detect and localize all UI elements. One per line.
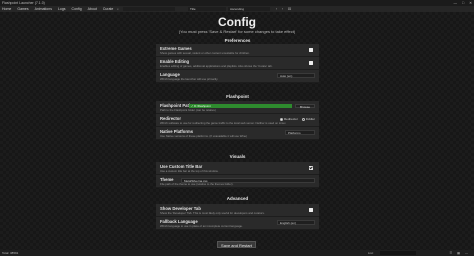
setting-extreme-games: Extreme Games Show games with sexual, vi… [156,44,319,57]
browse-button[interactable]: Browse [295,104,315,109]
setting-flashpoint-path: Flashpoint Path Path to the Flashpoint f… [156,101,319,114]
native-platforms-select[interactable]: Platforms [285,130,315,135]
setting-redirector: Redirector Which software to use for red… [156,114,319,127]
setting-description: Which software to use for redirecting th… [160,121,287,125]
setting-theme: Theme File path of the theme to use (rel… [156,175,319,188]
enable-editing-checkbox[interactable] [309,61,313,65]
fallback-language-select[interactable]: English (en) [277,220,315,225]
section-flashpoint-title: Flashpoint [226,94,249,99]
fiddler-option-label: Fiddler [305,117,315,121]
section-visuals-title: Visuals [229,154,246,159]
zoom-slider-icon[interactable]: — [465,250,468,256]
setting-language: Language Which language the launcher wil… [156,70,319,83]
page-title: Config [218,15,256,29]
config-page: Config (You must press 'Save & Restart' … [0,12,474,250]
order-direction-select[interactable]: Ascending [228,7,270,11]
extreme-games-checkbox[interactable] [309,48,313,52]
setting-description: Use Native versions of these platforms. … [160,134,248,138]
grid-view-icon[interactable]: ▦ [457,250,460,256]
redirector-option-label: Redirector [283,117,298,121]
setting-description: Show games with sexual, violent or other… [160,51,250,55]
setting-description: Path to the Flashpoint folder (can be re… [160,108,216,112]
setting-description: Use a custom title bar at the top of thi… [160,169,219,173]
setting-enable-editing: Enable Editing Enables editing of games,… [156,57,319,70]
order-by-field-select[interactable]: Title [188,7,226,11]
setting-developer-tab: Show Developer Tab Show the 'Developer' … [156,204,319,217]
fiddler-option[interactable]: Fiddler [301,117,315,121]
total-games-count: Total: 38591 [2,251,19,255]
list-label: List: [368,251,374,255]
theme-input[interactable]: MetalSilverna.css [181,178,315,183]
list-view-icon[interactable]: ☰ [449,250,452,256]
flashpoint-path-input[interactable]: ✓ D:/Flashpoint [189,104,292,108]
search-input[interactable] [123,7,175,11]
language-select[interactable]: Auto (en) [277,73,315,78]
redirector-radio-group: Redirector Fiddler [279,117,315,121]
setting-description: Enables editing of games, additional app… [160,64,273,68]
setting-description: Which language to use in place of an inc… [160,224,243,228]
setting-native-platforms: Native Platforms Use Native versions of … [156,127,319,140]
setting-custom-title-bar: Use Custom Title Bar Use a custom title … [156,162,319,175]
custom-title-bar-checkbox[interactable] [309,166,313,170]
setting-description: Which language the launcher will use pri… [160,77,219,81]
list-select[interactable] [380,251,416,255]
redirector-option[interactable]: Redirector [279,117,298,121]
save-and-restart-button[interactable]: Save and Restart [217,241,256,248]
setting-fallback-language: Fallback Language Which language to use … [156,217,319,230]
radio-icon [301,117,305,121]
restart-note: (You must press 'Save & Restart' for som… [178,29,296,34]
radio-selected-icon [279,117,283,121]
view-controls: ☰ ▦ — [449,250,468,256]
developer-tab-checkbox[interactable] [309,208,313,212]
section-advanced-title: Advanced [226,196,249,201]
bottom-status-bar: Total: 38591 List: ☰ ▦ — [0,250,474,256]
setting-description: Show the 'Developer' Tab. This is most l… [160,211,265,215]
section-preferences-title: Preferences [224,38,251,43]
